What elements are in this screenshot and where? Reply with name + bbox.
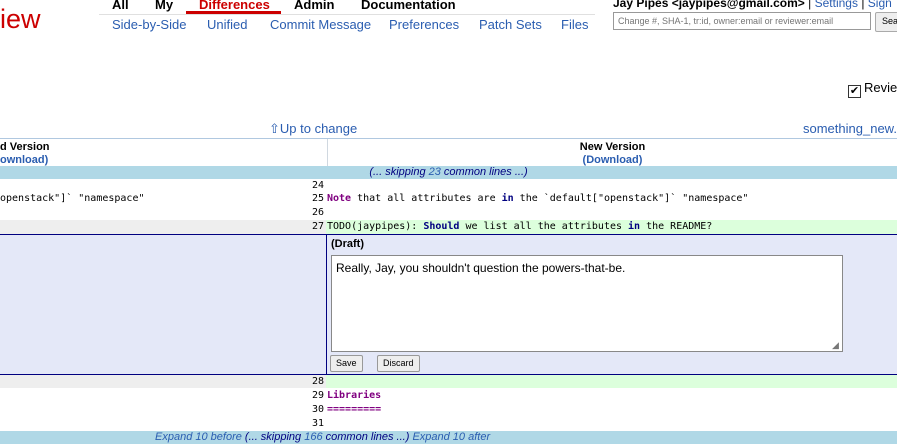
user-separator: |: [861, 0, 865, 10]
diff-line-added: 27 TODO(jaypipes): Should we list all th…: [0, 220, 897, 234]
diff-line: 26: [0, 206, 897, 219]
line-number: 26: [311, 207, 324, 218]
menu-my[interactable]: My: [155, 0, 173, 13]
diff-line: 31: [0, 417, 897, 430]
skip-prefix: (... skipping: [241, 431, 305, 443]
sign-out-link[interactable]: Sign: [868, 0, 892, 10]
diff-line: openstack"]` "namespace" 25 Note that al…: [0, 192, 897, 205]
reviewed-label: Revie: [864, 80, 897, 95]
sub-menu: Side-by-Side Unified Commit Message Pref…: [99, 14, 595, 36]
new-line-content: Note that all attributes are in the `def…: [327, 193, 749, 204]
save-button[interactable]: Save: [330, 355, 363, 372]
comment-left-spacer: [0, 235, 326, 374]
diff-header: d Version ownload) New Version (Download…: [0, 138, 897, 167]
diff-line: 30 =========: [0, 403, 897, 416]
comment-text: Really, Jay, you shouldn't question the …: [336, 261, 626, 275]
reviewed-checkbox[interactable]: ✔: [848, 85, 861, 98]
submenu-commit-message[interactable]: Commit Message: [270, 17, 371, 33]
app-logo[interactable]: iew: [0, 3, 41, 35]
search-input[interactable]: [613, 12, 871, 30]
diff-line: 29 Libraries: [0, 389, 897, 402]
menu-all[interactable]: All: [112, 0, 129, 13]
expand-after-link[interactable]: Expand 10 after: [412, 431, 490, 443]
new-line-content: Libraries: [327, 390, 382, 401]
user-bar: Jay Pipes <jaypipes@gmail.com> | Setting…: [613, 0, 892, 11]
skip-lines-row-bottom: Expand 10 before (... skipping 166 commo…: [0, 431, 897, 444]
line-number: 24: [311, 180, 324, 191]
skip-count: 23: [428, 166, 441, 178]
menu-documentation[interactable]: Documentation: [361, 0, 456, 13]
old-version-header: d Version ownload): [0, 139, 326, 167]
up-to-change-link[interactable]: ⇧Up to change: [269, 121, 357, 137]
search-button[interactable]: Sea: [875, 12, 897, 32]
skip-lines-row: (... skipping 23 common lines ...): [0, 166, 897, 179]
line-number: 29: [311, 390, 324, 401]
diff-line: 24: [0, 179, 897, 192]
old-empty-cell: [0, 375, 326, 388]
resize-grip-icon[interactable]: ◢: [832, 341, 840, 350]
draft-comment-pane: (Draft) Really, Jay, you shouldn't quest…: [326, 235, 897, 374]
skip-count: 166: [304, 431, 323, 443]
submenu-patch-sets[interactable]: Patch Sets: [479, 17, 542, 33]
skip-suffix: common lines ...): [440, 166, 528, 178]
added-line-bg: [326, 375, 897, 388]
line-number: 25: [311, 193, 324, 204]
user-separator: |: [808, 0, 812, 10]
new-line-content: =========: [327, 404, 382, 415]
reviewed-toggle[interactable]: ✔ Revie: [848, 80, 897, 98]
new-version-title: New Version: [579, 141, 646, 153]
new-line-content: TODO(jaypipes): Should we list all the a…: [327, 221, 713, 232]
old-version-title: d Version: [0, 141, 50, 153]
comment-textarea[interactable]: Really, Jay, you shouldn't question the …: [331, 255, 843, 352]
line-number: 30: [311, 404, 324, 415]
line-number: 31: [311, 418, 324, 429]
expand-before-link[interactable]: Expand 10 before: [155, 431, 242, 443]
inline-comment-block: (Draft) Really, Jay, you shouldn't quest…: [0, 234, 897, 375]
diff-line-added: 28: [0, 375, 897, 388]
menu-admin[interactable]: Admin: [294, 0, 334, 13]
draft-label: (Draft): [331, 238, 364, 250]
submenu-preferences[interactable]: Preferences: [389, 17, 459, 33]
submenu-unified[interactable]: Unified: [207, 17, 247, 33]
settings-link[interactable]: Settings: [815, 0, 858, 10]
submenu-side-by-side[interactable]: Side-by-Side: [112, 17, 186, 33]
old-line-content: openstack"]` "namespace": [0, 193, 145, 204]
user-name: Jay Pipes <jaypipes@gmail.com>: [613, 0, 805, 10]
line-number: 27: [311, 221, 324, 232]
submenu-files[interactable]: Files: [561, 17, 588, 33]
old-empty-cell: [0, 220, 326, 234]
skip-prefix: (... skipping: [369, 166, 429, 178]
line-number: 28: [311, 376, 324, 387]
new-version-header: New Version (Download): [327, 139, 897, 167]
skip-suffix: common lines ...): [322, 431, 413, 443]
next-file-link[interactable]: something_new.t: [803, 121, 897, 136]
discard-button[interactable]: Discard: [377, 355, 420, 372]
